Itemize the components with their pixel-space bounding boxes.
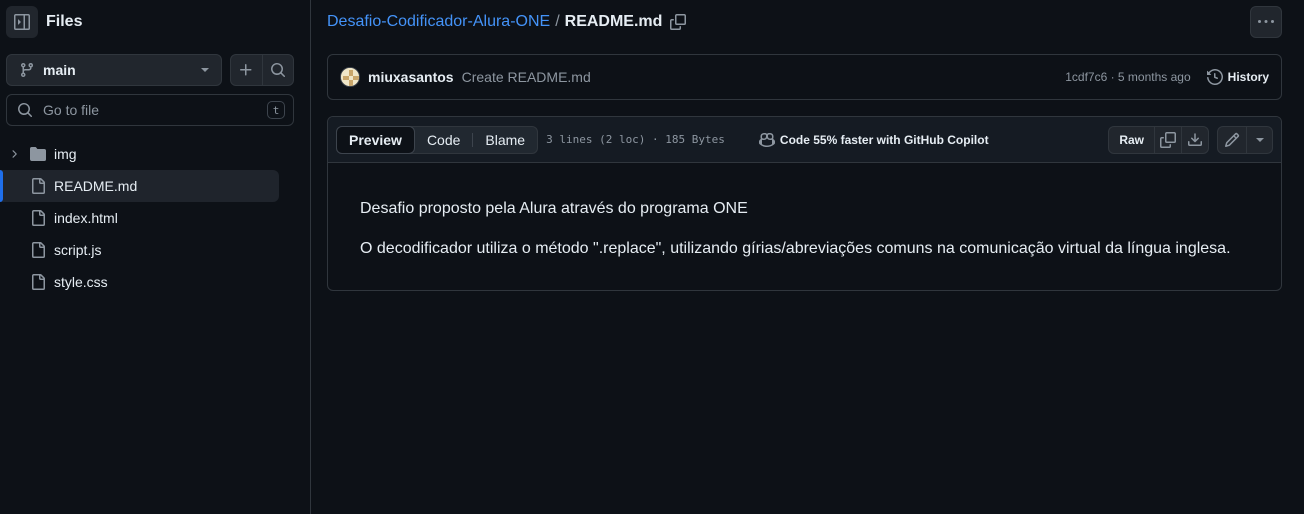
go-to-file-input[interactable]: Go to file t bbox=[6, 94, 294, 126]
breadcrumb-repo-link[interactable]: Desafio-Codificador-Alura-ONE bbox=[327, 13, 550, 31]
triangle-down-icon bbox=[1255, 137, 1264, 142]
file-tree-sidebar: Files main Go to file t img README.md in… bbox=[0, 0, 311, 514]
latest-commit-bar: miuxasantos Create README.md 1cdf7c6 · 5… bbox=[327, 54, 1282, 100]
chevron-right-icon[interactable] bbox=[8, 148, 20, 160]
copy-icon bbox=[1160, 131, 1176, 148]
search-icon bbox=[270, 63, 286, 78]
go-to-file-placeholder: Go to file bbox=[43, 102, 100, 118]
collapse-sidebar-button[interactable] bbox=[6, 6, 38, 38]
readme-paragraph: O decodificador utiliza o método ".repla… bbox=[360, 240, 1231, 257]
tree-item-index-html[interactable]: index.html bbox=[0, 202, 279, 234]
avatar-image bbox=[341, 68, 359, 86]
search-code-button[interactable] bbox=[261, 55, 293, 85]
tree-item-label: script.js bbox=[54, 242, 102, 258]
more-options-button[interactable] bbox=[1250, 6, 1282, 38]
kebab-horizontal-icon bbox=[1258, 20, 1274, 23]
tree-item-label: README.md bbox=[54, 178, 138, 194]
branch-selector[interactable]: main bbox=[6, 54, 222, 86]
copilot-promo[interactable]: Code 55% faster with GitHub Copilot bbox=[758, 132, 989, 148]
sidebar-header: Files bbox=[6, 6, 82, 38]
tab-blame[interactable]: Blame bbox=[473, 127, 537, 153]
file-stats: 3 lines (2 loc) · 185 Bytes bbox=[546, 133, 725, 146]
avatar[interactable] bbox=[340, 67, 360, 87]
raw-copy-download-group: Raw bbox=[1108, 125, 1209, 154]
search-icon bbox=[18, 103, 33, 118]
triangle-down-icon bbox=[201, 68, 209, 72]
copilot-icon bbox=[758, 132, 775, 147]
history-icon bbox=[1206, 69, 1223, 85]
tree-item-img[interactable]: img bbox=[0, 138, 279, 170]
copy-raw-button[interactable] bbox=[1154, 126, 1181, 153]
tree-item-script-js[interactable]: script.js bbox=[0, 234, 279, 266]
edit-file-button[interactable] bbox=[1218, 127, 1246, 153]
history-button[interactable]: History bbox=[1206, 69, 1269, 85]
file-tree: img README.md index.html script.js style… bbox=[0, 138, 311, 298]
tree-item-label: img bbox=[54, 146, 77, 162]
file-icon bbox=[32, 178, 45, 194]
readme-content: Desafio proposto pela Alura através do p… bbox=[328, 163, 1281, 261]
edit-group bbox=[1217, 125, 1273, 154]
download-icon bbox=[1188, 132, 1202, 146]
file-header: Preview Code Blame 3 lines (2 loc) · 185… bbox=[328, 117, 1281, 163]
copy-icon bbox=[670, 14, 687, 30]
file-icon bbox=[32, 242, 45, 258]
sidebar-collapse-icon bbox=[14, 14, 30, 30]
tab-code[interactable]: Code bbox=[415, 127, 472, 153]
file-icon bbox=[32, 274, 45, 290]
download-button[interactable] bbox=[1181, 126, 1208, 153]
folder-icon bbox=[30, 147, 46, 161]
history-label: History bbox=[1227, 70, 1269, 84]
plus-icon bbox=[240, 64, 252, 76]
tab-preview[interactable]: Preview bbox=[336, 125, 415, 154]
tree-item-style-css[interactable]: style.css bbox=[0, 266, 279, 298]
commit-message[interactable]: Create README.md bbox=[462, 69, 1066, 85]
tree-item-label: index.html bbox=[54, 210, 118, 226]
file-icon bbox=[32, 210, 45, 226]
commit-hash-date[interactable]: 1cdf7c6 · 5 months ago bbox=[1065, 70, 1190, 84]
breadcrumb-separator: / bbox=[555, 13, 560, 30]
view-mode-tabs: Preview Code Blame bbox=[336, 125, 539, 154]
raw-button[interactable]: Raw bbox=[1109, 127, 1154, 153]
readme-paragraph: Desafio proposto pela Alura através do p… bbox=[360, 200, 748, 217]
tree-item-label: style.css bbox=[54, 274, 108, 290]
tree-item-readme[interactable]: README.md bbox=[0, 170, 279, 202]
breadcrumb-file-name: README.md bbox=[564, 13, 663, 30]
tree-actions bbox=[230, 54, 294, 86]
add-file-button[interactable] bbox=[231, 55, 262, 85]
edit-options-dropdown[interactable] bbox=[1246, 126, 1272, 153]
copilot-label: Code 55% faster with GitHub Copilot bbox=[779, 132, 989, 147]
branch-name: main bbox=[43, 62, 76, 78]
pencil-icon bbox=[1224, 132, 1240, 147]
sidebar-title: Files bbox=[46, 13, 83, 30]
git-branch-icon bbox=[20, 63, 33, 78]
breadcrumb: Desafio-Codificador-Alura-ONE / README.m… bbox=[327, 12, 687, 32]
commit-author[interactable]: miuxasantos bbox=[368, 69, 454, 85]
copy-path-button[interactable] bbox=[670, 14, 687, 30]
shortcut-key: t bbox=[267, 101, 285, 119]
file-viewer: Preview Code Blame 3 lines (2 loc) · 185… bbox=[327, 116, 1282, 291]
